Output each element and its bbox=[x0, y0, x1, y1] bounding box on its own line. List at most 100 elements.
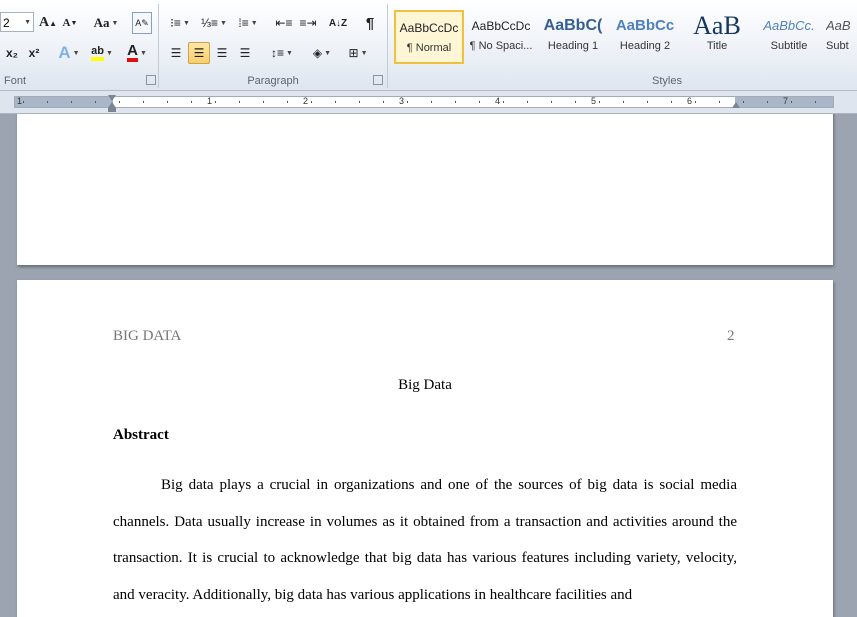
left-indent-marker[interactable] bbox=[108, 108, 116, 112]
superscript-button[interactable]: x² bbox=[24, 42, 44, 64]
decrease-indent-button[interactable]: ⇤≡ bbox=[273, 12, 295, 34]
page-2[interactable]: BIG DATA 2 Big Data Abstract Big data pl… bbox=[17, 280, 833, 617]
style-subtitle[interactable]: AaBbCc. Subtitle bbox=[754, 10, 824, 64]
font-size-input[interactable]: 2 ▼ bbox=[0, 12, 34, 32]
numbering-icon: ⅓≡ bbox=[201, 16, 219, 30]
pilcrow-icon: ¶ bbox=[365, 14, 375, 32]
ruler-tick bbox=[359, 101, 360, 103]
sort-button[interactable]: A↓Z bbox=[327, 12, 349, 34]
ruler-tick bbox=[71, 101, 72, 103]
ruler-tick bbox=[287, 101, 288, 103]
chevron-down-icon[interactable]: ▼ bbox=[24, 13, 31, 33]
grow-font-button[interactable]: A ▲ bbox=[38, 12, 58, 34]
multilevel-list-button[interactable]: ⁞≡ ▼ bbox=[233, 12, 263, 34]
shrink-font-button[interactable]: A ▼ bbox=[60, 12, 80, 34]
line-spacing-button[interactable]: ↕≡ ▼ bbox=[267, 42, 297, 64]
ruler-number: 1 bbox=[207, 96, 213, 106]
ribbon: 2 ▼ A ▲ A ▼ Aa ▼ A✎ x₂ x² A ▼ ab ▼ A ▼ Font bbox=[0, 0, 857, 91]
horizontal-ruler[interactable]: 1 1 2 3 4 5 6 7 bbox=[0, 91, 857, 114]
ruler-tick bbox=[383, 101, 384, 103]
page-1[interactable] bbox=[17, 114, 833, 265]
justify-button[interactable]: ☰ bbox=[234, 42, 256, 64]
paint-bucket-icon: ◈ bbox=[312, 46, 323, 60]
ruler-track: 1 1 2 3 4 5 6 7 bbox=[14, 96, 834, 108]
document-workspace[interactable]: BIG DATA 2 Big Data Abstract Big data pl… bbox=[0, 114, 857, 617]
increase-indent-icon: ≡⇥ bbox=[299, 16, 317, 30]
ruler-tick bbox=[647, 101, 648, 103]
numbering-button[interactable]: ⅓≡ ▼ bbox=[199, 12, 229, 34]
ruler-tick bbox=[23, 101, 24, 103]
change-case-button[interactable]: Aa ▼ bbox=[92, 12, 120, 34]
increase-indent-button[interactable]: ≡⇥ bbox=[297, 12, 319, 34]
group-divider bbox=[387, 4, 388, 88]
superscript-icon: x² bbox=[28, 46, 40, 60]
ruler-tick bbox=[47, 101, 48, 103]
ruler-tick bbox=[431, 101, 432, 103]
align-left-button[interactable]: ☰ bbox=[165, 42, 187, 64]
paragraph-dialog-launcher-icon[interactable] bbox=[373, 75, 383, 85]
style-name: Title bbox=[706, 40, 728, 52]
bullets-button[interactable]: ⁝≡ ▼ bbox=[165, 12, 195, 34]
text-effects-button[interactable]: A ▼ bbox=[56, 42, 82, 64]
style-name: ¶ No Spaci... bbox=[469, 40, 533, 52]
shading-button[interactable]: ◈ ▼ bbox=[307, 42, 337, 64]
text-effects-icon: A bbox=[58, 43, 71, 62]
ruler-tick bbox=[215, 101, 216, 103]
styles-group-label: Styles bbox=[652, 75, 682, 87]
style-name: Heading 2 bbox=[619, 40, 671, 52]
style-subtle[interactable]: AaB Subt bbox=[826, 10, 857, 64]
ruler-tick bbox=[407, 101, 408, 103]
style-sample: AaBbCc bbox=[615, 17, 675, 34]
font-group-label: Font bbox=[4, 75, 27, 87]
ruler-tick bbox=[551, 101, 552, 103]
font-color-button[interactable]: A ▼ bbox=[122, 42, 152, 64]
page-number: 2 bbox=[727, 328, 735, 344]
ruler-number: 2 bbox=[303, 96, 309, 106]
style-name: ¶ Normal bbox=[406, 42, 452, 54]
style-sample: AaB bbox=[693, 11, 741, 40]
document-title: Big Data bbox=[398, 377, 452, 393]
style-sample: AaBbC( bbox=[543, 17, 603, 34]
abstract-heading: Abstract bbox=[113, 427, 169, 443]
subscript-button[interactable]: x₂ bbox=[2, 42, 22, 64]
style-sample: AaBbCc. bbox=[763, 18, 815, 33]
subscript-icon: x₂ bbox=[5, 46, 18, 60]
font-color-icon: A bbox=[127, 43, 138, 62]
show-formatting-button[interactable]: ¶ bbox=[359, 12, 381, 34]
ruler-tick bbox=[815, 101, 816, 103]
ruler-number: 7 bbox=[783, 96, 789, 106]
highlight-icon: ab bbox=[91, 45, 104, 61]
highlight-button[interactable]: ab ▼ bbox=[86, 42, 118, 64]
align-center-button[interactable]: ☰ bbox=[188, 42, 210, 64]
paragraph-group: ⁝≡ ▼ ⅓≡ ▼ ⁞≡ ▼ ⇤≡ ≡⇥ A↓Z ¶ ☰ ☰ ☰ ☰ ↕≡ ▼ ◈ ▼ ⊞… bbox=[159, 0, 387, 90]
first-line-indent-marker[interactable] bbox=[108, 95, 116, 101]
ruler-tick bbox=[599, 101, 600, 103]
style-no-spacing[interactable]: AaBbCcDc ¶ No Spaci... bbox=[466, 10, 536, 64]
style-normal[interactable]: AaBbCcDc ¶ Normal bbox=[394, 10, 464, 64]
clear-formatting-icon: A✎ bbox=[135, 17, 149, 28]
grow-font-icon: A bbox=[38, 15, 50, 30]
style-name: Heading 1 bbox=[547, 40, 599, 52]
font-dialog-launcher-icon[interactable] bbox=[146, 75, 156, 85]
style-sample: AaBbCcDc bbox=[471, 19, 531, 33]
right-indent-marker[interactable] bbox=[732, 102, 740, 108]
shrink-font-icon: A bbox=[62, 17, 71, 29]
ruler-tick bbox=[671, 101, 672, 103]
style-heading-2[interactable]: AaBbCc Heading 2 bbox=[610, 10, 680, 64]
align-right-button[interactable]: ☰ bbox=[211, 42, 233, 64]
ruler-tick bbox=[239, 101, 240, 103]
align-left-icon: ☰ bbox=[170, 46, 182, 60]
align-center-icon: ☰ bbox=[193, 46, 205, 60]
align-right-icon: ☰ bbox=[216, 46, 228, 60]
borders-button[interactable]: ⊞ ▼ bbox=[343, 42, 373, 64]
ruler-tick bbox=[623, 101, 624, 103]
bullets-icon: ⁝≡ bbox=[170, 16, 181, 30]
style-title[interactable]: AaB Title bbox=[682, 10, 752, 64]
paragraph-group-label: Paragraph bbox=[247, 75, 299, 87]
ruler-tick bbox=[143, 101, 144, 103]
clear-formatting-button[interactable]: A✎ bbox=[132, 12, 152, 34]
ruler-tick bbox=[575, 101, 576, 103]
styles-gallery: AaBbCcDc ¶ Normal AaBbCcDc ¶ No Spaci...… bbox=[392, 8, 857, 68]
style-heading-1[interactable]: AaBbC( Heading 1 bbox=[538, 10, 608, 64]
ruler-number: 3 bbox=[399, 96, 405, 106]
